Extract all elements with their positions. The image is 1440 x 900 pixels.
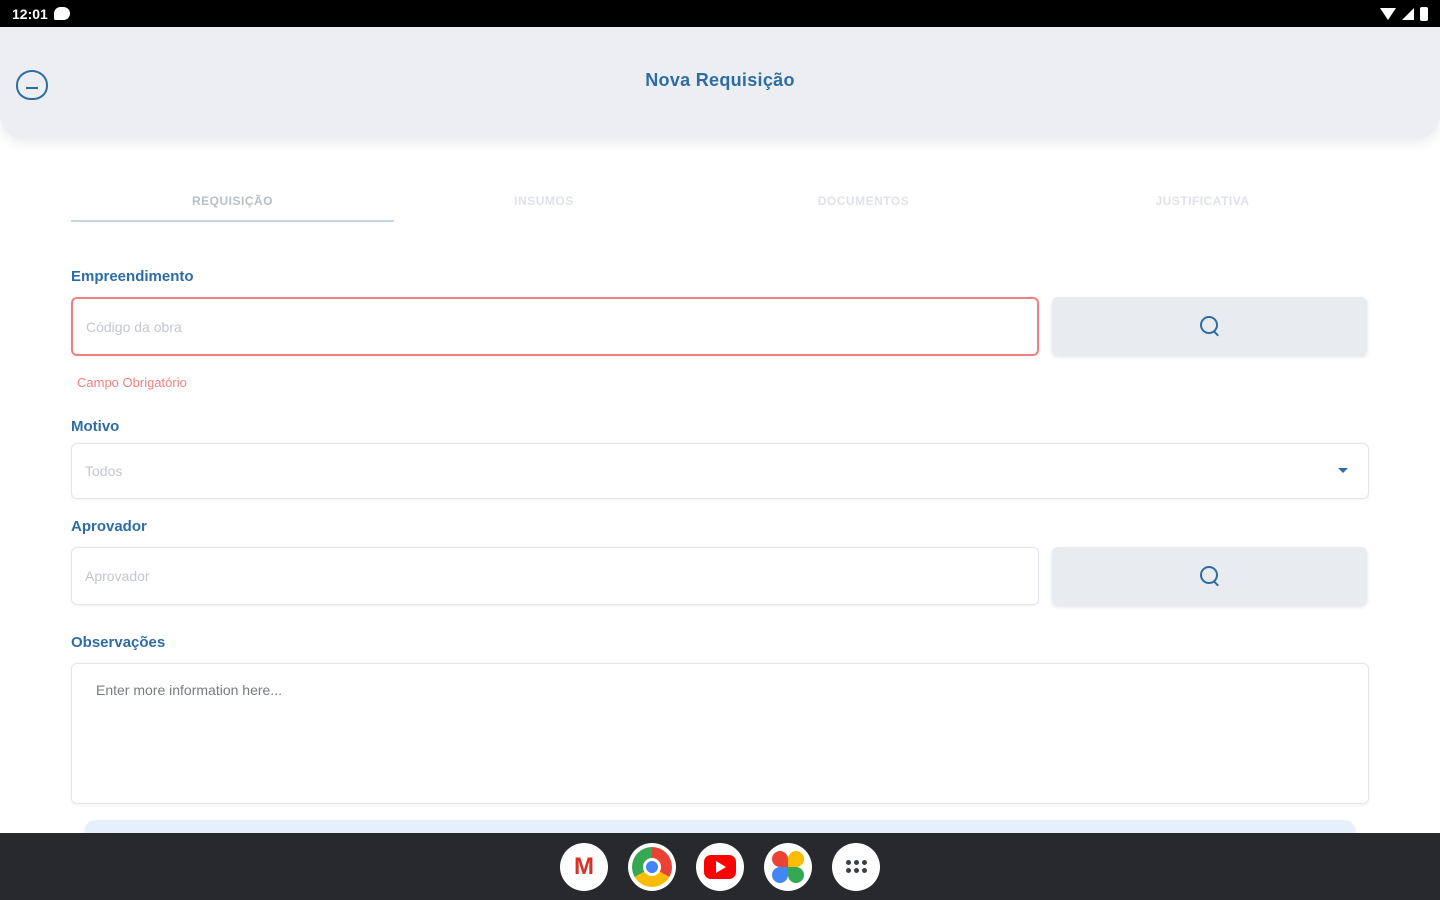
aprovador-label: Aprovador: [71, 518, 147, 535]
taskbar-dock: M: [0, 833, 1440, 900]
page-title: Nova Requisição: [645, 70, 795, 90]
status-time: 12:01: [12, 5, 48, 22]
search-icon: [1199, 565, 1221, 587]
status-right: [1380, 6, 1428, 21]
status-left: 12:01: [12, 6, 70, 22]
photos-icon[interactable]: [764, 842, 812, 891]
aprovador-field: [71, 547, 1039, 605]
motivo-select[interactable]: Todos: [71, 443, 1369, 499]
observacoes-textarea[interactable]: [72, 664, 1368, 803]
empreendimento-error-text: Campo Obrigatório: [77, 375, 187, 390]
youtube-icon[interactable]: [696, 842, 744, 891]
tab-bar: REQUISIÇÃO INSUMOS DOCUMENTOS JUSTIFICAT…: [71, 180, 1369, 224]
empreendimento-field: [71, 297, 1039, 356]
message-notification-icon: [53, 7, 70, 20]
chevron-down-icon: [1338, 468, 1348, 473]
battery-icon: [1420, 6, 1428, 21]
aprovador-search-button[interactable]: [1052, 547, 1367, 605]
tab-insumos[interactable]: INSUMOS: [394, 180, 694, 222]
status-bar: 12:01: [0, 0, 1440, 27]
motivo-label: Motivo: [71, 418, 120, 435]
chrome-icon[interactable]: [628, 842, 676, 891]
wifi-icon: [1380, 7, 1396, 20]
tab-documentos[interactable]: DOCUMENTOS: [711, 180, 1016, 222]
tab-requisicao[interactable]: REQUISIÇÃO: [71, 180, 394, 222]
gmail-icon[interactable]: M: [560, 842, 608, 891]
empreendimento-label: Empreendimento: [71, 268, 194, 285]
observacoes-label: Observações: [71, 634, 166, 651]
signal-icon: [1402, 7, 1414, 20]
active-tab-indicator: [71, 220, 394, 222]
aprovador-input[interactable]: [72, 548, 1038, 604]
motivo-selected-value: Todos: [85, 463, 123, 479]
search-icon: [1199, 315, 1221, 337]
tab-justificativa[interactable]: JUSTIFICATIVA: [1036, 180, 1369, 222]
apps-icon[interactable]: [832, 842, 880, 891]
observacoes-field: [71, 663, 1369, 804]
empreendimento-input[interactable]: [73, 299, 1037, 354]
app-header: Nova Requisição: [0, 27, 1440, 139]
empreendimento-search-button[interactable]: [1052, 297, 1367, 355]
